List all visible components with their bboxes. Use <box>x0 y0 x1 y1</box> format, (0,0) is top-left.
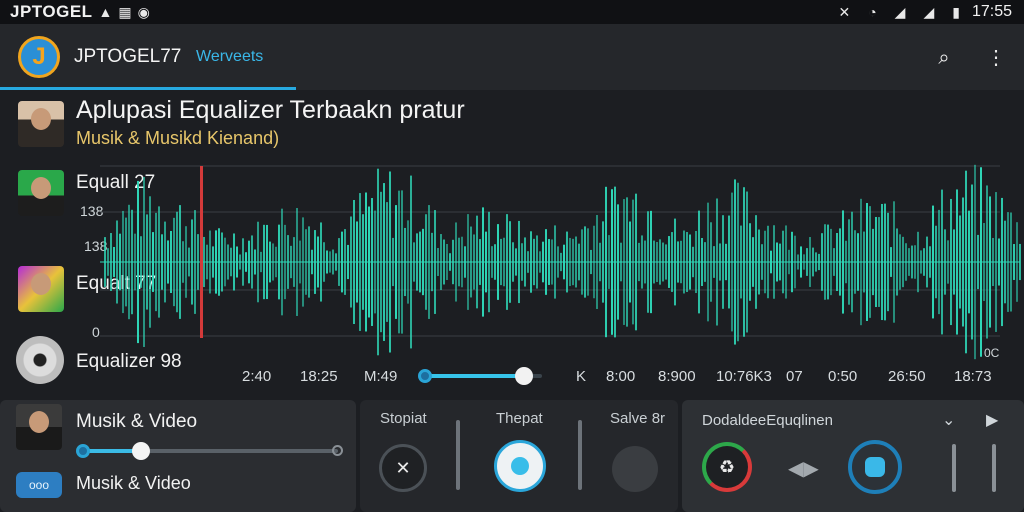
time-label: 26:50 <box>888 368 926 385</box>
level-bar[interactable] <box>578 420 582 490</box>
page-title: Aplupasi Equalizer Terbaakn pratur <box>76 96 465 124</box>
save-knob[interactable] <box>612 446 658 492</box>
volume-start-handle[interactable] <box>76 444 90 458</box>
page-subtitle: Musik & Musikd Kienand) <box>76 128 280 148</box>
avatar[interactable] <box>18 170 64 216</box>
recycle-knob[interactable]: ♻ <box>702 442 752 492</box>
volume-end-marker <box>332 445 343 456</box>
tab-indicator <box>0 87 296 90</box>
app-title: JPTOGEL77 <box>74 46 182 67</box>
chevron-down-icon[interactable]: ⌄ <box>942 410 955 430</box>
time-label: M:49 <box>364 368 398 385</box>
status-brand: JPTOGEL <box>10 2 93 21</box>
playhead[interactable] <box>200 166 203 338</box>
audio-waveform[interactable] <box>100 150 1024 360</box>
search-icon[interactable]: ⌕ <box>930 44 958 72</box>
status-bar: JPTOGEL ▲ ▦ ◉ ✕ ◔ ◢ ◢ ▮ 17:55 <box>0 0 1024 24</box>
time-label: 18:73 <box>954 368 992 385</box>
time-label: 07 <box>786 368 803 385</box>
media-chip[interactable]: ooo <box>16 472 62 498</box>
level-bar[interactable] <box>952 444 956 492</box>
time-label: 8:00 <box>606 368 636 385</box>
y-axis-label: 0 <box>92 324 100 340</box>
level-bar[interactable] <box>456 420 460 490</box>
signal-icon: ◢ <box>894 3 906 20</box>
disc-icon[interactable] <box>16 336 64 384</box>
sim-icon: ▦ <box>118 3 132 20</box>
time-label: 18:25 <box>300 368 338 385</box>
time-label: 2:40 <box>242 368 272 385</box>
avatar[interactable] <box>18 266 64 312</box>
warning-icon: ▲ <box>98 4 113 20</box>
avatar[interactable] <box>16 404 62 450</box>
time-label: 8:900 <box>658 368 696 385</box>
battery-icon: ▮ <box>952 3 960 20</box>
equalizer-knob[interactable] <box>848 440 902 494</box>
time-label: 10:76K3 <box>716 368 772 385</box>
seek-fill <box>424 374 525 378</box>
avatar[interactable] <box>18 101 64 147</box>
next-icon[interactable]: ▶ <box>986 410 998 430</box>
status-time: 17:55 <box>971 3 1012 20</box>
volume-slider[interactable] <box>82 449 338 453</box>
play-knob[interactable] <box>494 440 546 492</box>
equalizer-title: DodaldeeEquqlinen <box>702 412 833 429</box>
control-label: Stopiat <box>380 410 427 427</box>
mute-icon: ✕ <box>838 3 851 20</box>
notification-icon: ◉ <box>137 3 150 20</box>
app-subtitle[interactable]: Werveets <box>196 48 263 66</box>
seek-thumb[interactable] <box>515 367 534 385</box>
app-bar: J JPTOGEL77 Werveets ⌕ ⋮ <box>0 24 1024 90</box>
corner-label: 0C <box>984 346 1000 360</box>
rewind-icon[interactable]: ◀▶ <box>788 456 819 481</box>
more-options-icon[interactable]: ⋮ <box>986 44 1006 72</box>
control-label: Salve 8r <box>610 410 666 427</box>
time-label: 0:50 <box>828 368 858 385</box>
volume-thumb[interactable] <box>131 442 150 460</box>
stop-knob[interactable]: ✕ <box>379 444 427 492</box>
now-playing-title: Musik & Video <box>76 411 198 432</box>
time-label: K <box>576 368 587 385</box>
signal-icon: ◢ <box>923 3 935 20</box>
footer-label[interactable]: Musik & Video <box>76 473 191 494</box>
seek-start-handle[interactable] <box>418 369 432 383</box>
control-label: Thepat <box>496 410 543 427</box>
app-logo[interactable]: J <box>18 36 60 78</box>
level-bar[interactable] <box>992 444 996 492</box>
wifi-icon: ◔ <box>868 4 877 20</box>
